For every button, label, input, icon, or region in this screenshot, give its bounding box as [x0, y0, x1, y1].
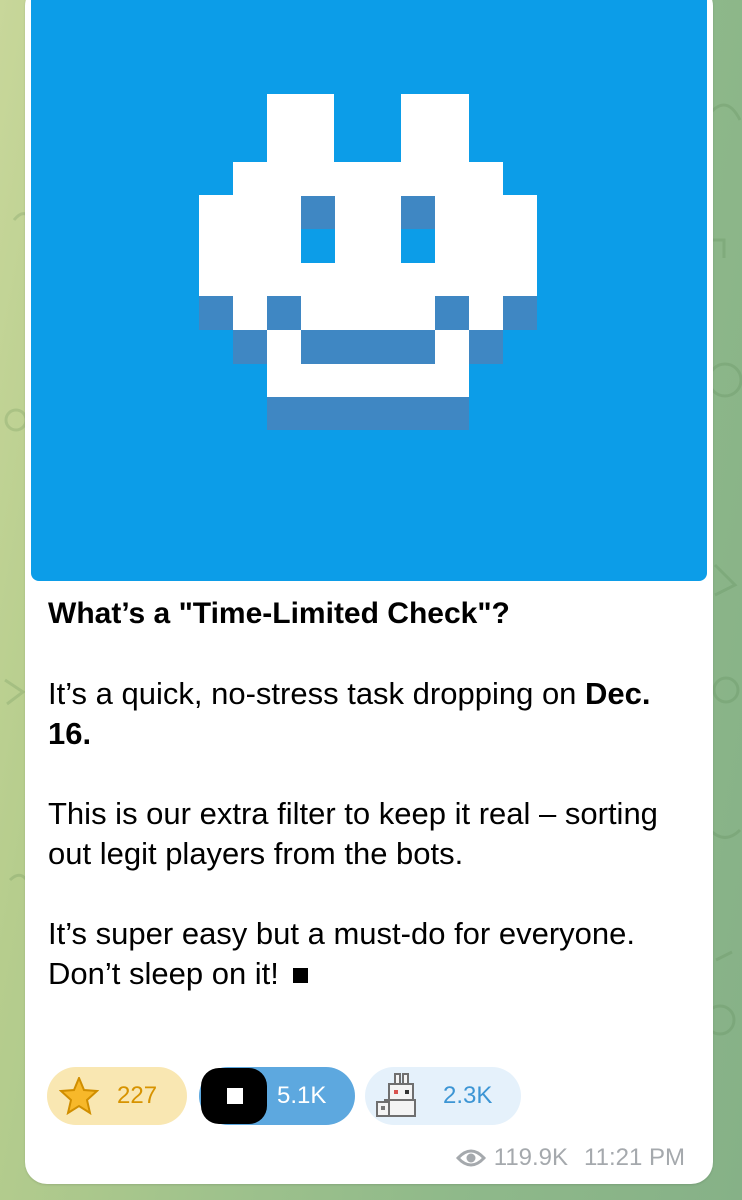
- reaction-rabbit-button[interactable]: 2.3K: [365, 1067, 521, 1125]
- views-count: 119.9K: [493, 1144, 569, 1171]
- pixel-smiley-image[interactable]: [31, 0, 707, 581]
- post-paragraph-1: It’s a quick, no-stress task dropping on…: [48, 674, 698, 754]
- post-time: 11:21 PM: [584, 1144, 685, 1171]
- reaction-square-button[interactable]: 5.1K: [199, 1067, 355, 1125]
- reaction-rabbit-count: 2.3K: [443, 1082, 493, 1109]
- black-square-avatar-icon: [201, 1068, 267, 1124]
- reaction-star-count: 227: [117, 1082, 158, 1109]
- reaction-square-count: 5.1K: [277, 1082, 327, 1109]
- channel-post-bubble: What’s a "Time-Limited Check"? It’s a qu…: [25, 0, 713, 1184]
- post-paragraph-3: It’s super easy but a must-do for everyo…: [48, 914, 698, 994]
- post-paragraph-1-text: It’s a quick, no-stress task dropping on: [48, 676, 586, 711]
- black-square-emoji-icon: [292, 968, 308, 983]
- eye-icon: [455, 1149, 486, 1167]
- post-meta: 119.9K 11:21 PM: [455, 1144, 685, 1172]
- post-paragraph-3-text: It’s super easy but a must-do for everyo…: [48, 916, 636, 991]
- rabbit-sticker-icon: [376, 1073, 416, 1117]
- reaction-star-button[interactable]: 227: [47, 1067, 187, 1125]
- star-icon: [59, 1077, 99, 1115]
- post-heading: What’s a "Time-Limited Check"?: [48, 597, 510, 630]
- post-text: What’s a "Time-Limited Check"? It’s a qu…: [48, 594, 698, 994]
- post-paragraph-2: This is our extra filter to keep it real…: [48, 796, 658, 871]
